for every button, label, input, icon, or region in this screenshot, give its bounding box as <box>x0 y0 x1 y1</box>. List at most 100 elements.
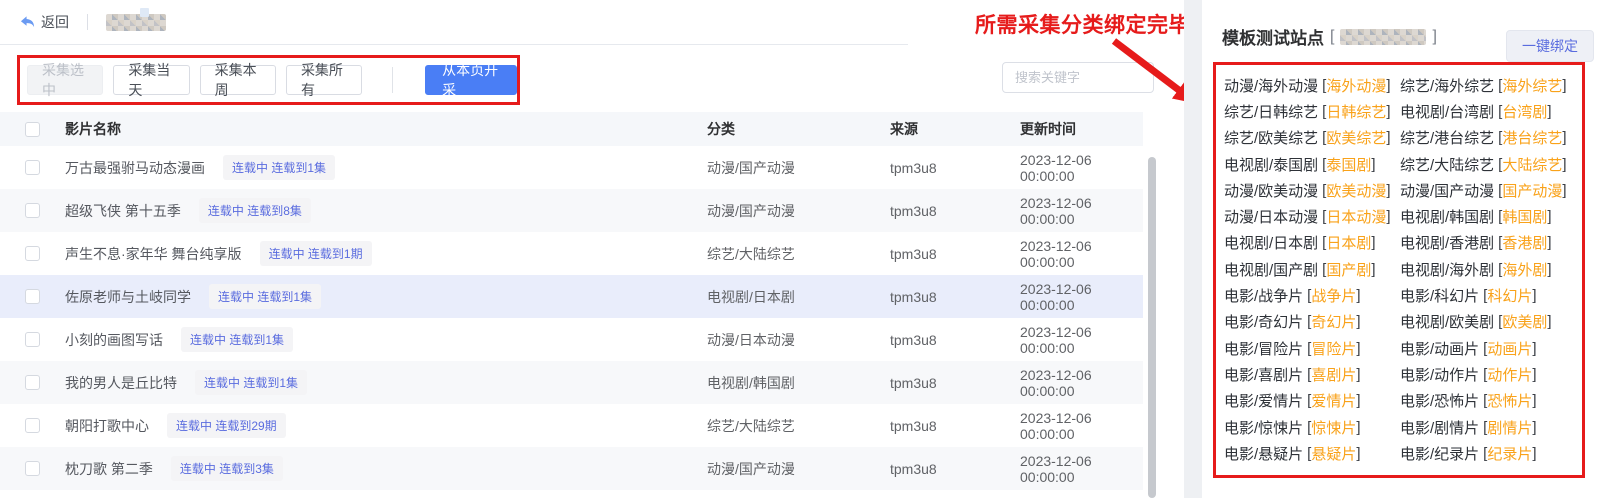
binding-bracket-close: ] <box>1532 392 1536 409</box>
binding-source-category: 电影/科幻片 <box>1400 285 1479 306</box>
collect-selected-button[interactable]: 采集选中 <box>27 65 103 95</box>
category-binding[interactable]: 动漫/欧美动漫 [欧美动漫] <box>1224 177 1400 203</box>
vertical-scrollbar[interactable] <box>1148 157 1156 498</box>
binding-bracket-close: ] <box>1532 287 1536 304</box>
category-binding[interactable]: 电影/悬疑片 [悬疑片] <box>1224 440 1400 466</box>
binding-target-category: 喜剧片 <box>1311 364 1356 385</box>
collect-page: 返回 采集选中 采集当天 采集本周 采集所有 从本页开采 所需采集分类绑定完毕 … <box>0 0 1614 498</box>
category-binding[interactable]: 电影/纪录片 [纪录片] <box>1400 440 1576 466</box>
binding-target-category: 战争片 <box>1311 285 1356 306</box>
table-row[interactable]: 我的男人是丘比特 连载中 连载到1集 电视剧/韩国剧 tpm3u8 2023-1… <box>0 361 1143 404</box>
binding-bracket-close: ] <box>1371 234 1375 251</box>
row-checkbox[interactable] <box>25 289 40 304</box>
table-row[interactable]: 枕刀歌 第二季 连载中 连载到3集 动漫/国产动漫 tpm3u8 2023-12… <box>0 447 1143 490</box>
back-button[interactable]: 返回 <box>20 12 69 32</box>
table-row[interactable]: 万古最强驸马动态漫画 连载中 连载到1集 动漫/国产动漫 tpm3u8 2023… <box>0 146 1143 189</box>
category-binding[interactable]: 电影/奇幻片 [奇幻片] <box>1224 309 1400 335</box>
collect-from-page-button[interactable]: 从本页开采 <box>425 65 517 95</box>
collect-all-button[interactable]: 采集所有 <box>286 65 362 95</box>
video-source: tpm3u8 <box>890 203 1020 219</box>
serial-status-badge: 连载中 连载到1集 <box>195 370 307 395</box>
category-binding[interactable]: 电视剧/海外剧 [海外剧] <box>1400 256 1576 282</box>
binding-source-category: 电影/剧情片 <box>1400 417 1479 438</box>
binding-target-category: 欧美综艺 <box>1326 127 1386 148</box>
select-all-checkbox[interactable] <box>25 122 40 137</box>
table-row[interactable]: 声生不息·家年华 舞台纯享版 连载中 连载到1期 综艺/大陆综艺 tpm3u8 … <box>0 232 1143 275</box>
binding-bracket-close: ] <box>1532 340 1536 357</box>
binding-source-category: 电视剧/泰国剧 <box>1224 154 1318 175</box>
category-binding[interactable]: 电视剧/泰国剧 [泰国剧] <box>1224 151 1400 177</box>
binding-bracket-close: ] <box>1562 182 1566 199</box>
binding-source-category: 动漫/欧美动漫 <box>1224 180 1318 201</box>
video-updated: 2023-12-06 00:00:00 <box>1020 281 1143 313</box>
collect-week-button[interactable]: 采集本周 <box>200 65 276 95</box>
category-binding[interactable]: 电影/喜剧片 [喜剧片] <box>1224 361 1400 387</box>
row-checkbox-cell <box>0 246 65 261</box>
video-category: 电视剧/韩国剧 <box>707 373 890 393</box>
row-checkbox[interactable] <box>25 375 40 390</box>
header-name: 影片名称 <box>65 119 707 139</box>
binding-bracket-close: ] <box>1386 77 1390 94</box>
header-category: 分类 <box>707 119 890 139</box>
row-checkbox[interactable] <box>25 203 40 218</box>
category-binding[interactable]: 电影/动画片 [动画片] <box>1400 335 1576 361</box>
row-checkbox-cell <box>0 461 65 476</box>
category-binding[interactable]: 电影/惊悚片 [惊悚片] <box>1224 414 1400 440</box>
row-checkbox[interactable] <box>25 332 40 347</box>
category-binding[interactable]: 综艺/欧美综艺 [欧美综艺] <box>1224 125 1400 151</box>
row-checkbox[interactable] <box>25 160 40 175</box>
binding-target-category: 恐怖片 <box>1487 390 1532 411</box>
binding-source-category: 电影/悬疑片 <box>1224 443 1303 464</box>
video-updated: 2023-12-06 00:00:00 <box>1020 195 1143 227</box>
binding-source-category: 电视剧/国产剧 <box>1224 259 1318 280</box>
category-binding[interactable]: 电影/战争片 [战争片] <box>1224 282 1400 308</box>
category-binding[interactable]: 动漫/日本动漫 [日本动漫] <box>1224 203 1400 229</box>
category-binding[interactable]: 综艺/海外综艺 [海外综艺] <box>1400 72 1576 98</box>
category-binding[interactable]: 电影/科幻片 [科幻片] <box>1400 282 1576 308</box>
category-binding[interactable]: 电视剧/欧美剧 [欧美剧] <box>1400 309 1576 335</box>
topbar-underline <box>0 44 908 45</box>
category-binding[interactable]: 电视剧/日本剧 [日本剧] <box>1224 230 1400 256</box>
row-checkbox[interactable] <box>25 418 40 433</box>
table-row[interactable]: 超级飞侠 第十五季 连载中 连载到8集 动漫/国产动漫 tpm3u8 2023-… <box>0 189 1143 232</box>
category-binding[interactable]: 电视剧/韩国剧 [韩国剧] <box>1400 203 1576 229</box>
video-source: tpm3u8 <box>890 246 1020 262</box>
category-binding[interactable]: 综艺/日韩综艺 [日韩综艺] <box>1224 98 1400 124</box>
binding-source-category: 综艺/日韩综艺 <box>1224 101 1318 122</box>
category-binding[interactable]: 电影/动作片 [动作片] <box>1400 361 1576 387</box>
category-binding[interactable]: 电影/恐怖片 [恐怖片] <box>1400 388 1576 414</box>
topbar-divider <box>87 14 88 30</box>
category-binding[interactable]: 电视剧/香港剧 [香港剧] <box>1400 230 1576 256</box>
one-click-bind-button[interactable]: 一键绑定 <box>1506 30 1594 62</box>
panel-title-row: 模板测试站点 [ ] <box>1222 24 1437 49</box>
binding-target-category: 香港剧 <box>1502 232 1547 253</box>
serial-status-badge: 连载中 连载到29期 <box>167 413 286 438</box>
binding-bracket-close: ] <box>1547 208 1551 225</box>
binding-target-category: 科幻片 <box>1487 285 1532 306</box>
video-title: 佐原老师与土岐同学 <box>65 287 191 307</box>
binding-source-category: 电视剧/日本剧 <box>1224 232 1318 253</box>
table-row[interactable]: 佐原老师与土岐同学 连载中 连载到1集 电视剧/日本剧 tpm3u8 2023-… <box>0 275 1143 318</box>
category-binding[interactable]: 综艺/大陆综艺 [大陆综艺] <box>1400 151 1576 177</box>
video-updated: 2023-12-06 00:00:00 <box>1020 367 1143 399</box>
category-binding[interactable]: 电影/爱情片 [爱情片] <box>1224 388 1400 414</box>
binding-target-category: 冒险片 <box>1311 338 1356 359</box>
video-category: 电视剧/日本剧 <box>707 287 890 307</box>
row-checkbox[interactable] <box>25 246 40 261</box>
category-binding[interactable]: 电影/剧情片 [剧情片] <box>1400 414 1576 440</box>
table-body: 万古最强驸马动态漫画 连载中 连载到1集 动漫/国产动漫 tpm3u8 2023… <box>0 146 1143 490</box>
category-binding[interactable]: 电影/冒险片 [冒险片] <box>1224 335 1400 361</box>
binding-source-category: 电视剧/香港剧 <box>1400 232 1494 253</box>
collect-today-button[interactable]: 采集当天 <box>113 65 189 95</box>
category-binding[interactable]: 动漫/国产动漫 [国产动漫] <box>1400 177 1576 203</box>
category-binding[interactable]: 电视剧/台湾剧 [台湾剧] <box>1400 98 1576 124</box>
row-checkbox[interactable] <box>25 461 40 476</box>
table-row[interactable]: 小刻的画图写话 连载中 连载到1集 动漫/日本动漫 tpm3u8 2023-12… <box>0 318 1143 361</box>
binding-target-category: 爱情片 <box>1311 390 1356 411</box>
video-title: 我的男人是丘比特 <box>65 373 177 393</box>
category-binding[interactable]: 综艺/港台综艺 [港台综艺] <box>1400 125 1576 151</box>
video-category: 综艺/大陆综艺 <box>707 244 890 264</box>
category-binding[interactable]: 电视剧/国产剧 [国产剧] <box>1224 256 1400 282</box>
table-row[interactable]: 朝阳打歌中心 连载中 连载到29期 综艺/大陆综艺 tpm3u8 2023-12… <box>0 404 1143 447</box>
category-binding[interactable]: 动漫/海外动漫 [海外动漫] <box>1224 72 1400 98</box>
